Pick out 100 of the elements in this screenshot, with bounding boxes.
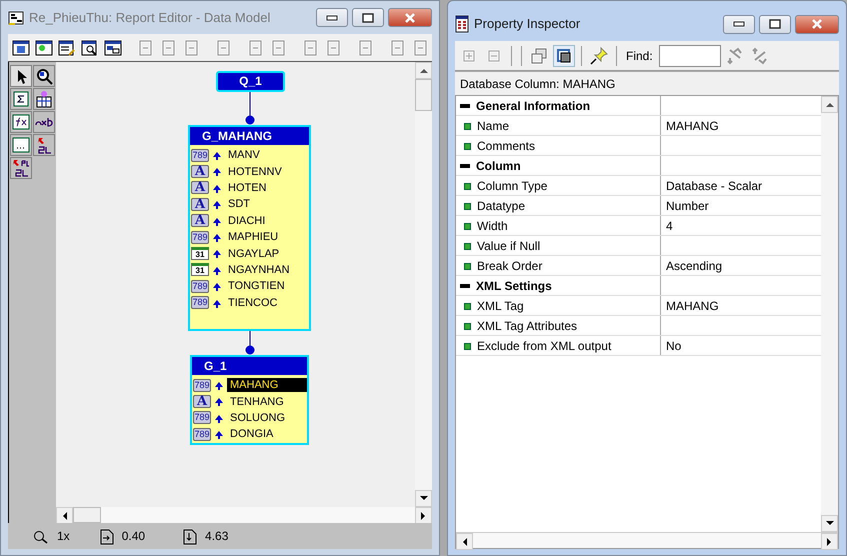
right-arrow-icon[interactable] — [421, 512, 426, 520]
property-name: Width — [477, 218, 508, 234]
find-field[interactable] — [658, 44, 721, 66]
column-item[interactable]: MAPHIEU — [225, 230, 282, 244]
column-item[interactable]: DIACHI — [225, 214, 268, 228]
column-item[interactable]: SDT — [225, 197, 253, 212]
group-node[interactable]: G_MAHANG 789 MANV A HOTENNV A HOTEN A SDT A DIACHI 789 MAPHIEU 31 NGAYLAP 31 NGAYNHAN 789 TONGTIEN 789 TIENCOC — [188, 125, 311, 331]
number-type-icon: 789 — [193, 378, 211, 392]
column-item[interactable]: MANV — [225, 148, 263, 162]
minimize-button[interactable] — [316, 8, 348, 27]
formula-icon[interactable] — [10, 111, 32, 133]
scroll-left-button[interactable] — [456, 533, 473, 550]
bullet-icon — [464, 242, 471, 250]
magnifier-icon — [33, 530, 49, 544]
scroll-left-button[interactable] — [56, 507, 73, 524]
up-arrow-icon[interactable] — [826, 102, 834, 107]
text-type-icon: A — [193, 395, 211, 408]
app-icon — [8, 10, 24, 26]
connector-line — [245, 331, 255, 355]
up-arrow-icon — [212, 249, 222, 260]
property-value[interactable]: No — [666, 336, 682, 354]
property-name: XML Tag Attributes — [477, 318, 578, 334]
plsql-icon[interactable] — [10, 157, 32, 179]
down-arrow-icon[interactable] — [826, 521, 834, 526]
bullet-icon — [464, 202, 471, 210]
property-value[interactable]: Ascending — [666, 256, 722, 274]
minimize-icon[interactable] — [733, 21, 745, 27]
property-value[interactable]: Number — [666, 196, 709, 214]
scroll-thumb[interactable] — [73, 507, 101, 523]
table-icon[interactable] — [33, 88, 55, 110]
close-button[interactable] — [388, 8, 432, 27]
column-item[interactable]: DONGIA — [227, 427, 276, 442]
maximize-icon[interactable] — [362, 12, 374, 22]
scroll-up-button[interactable] — [821, 96, 838, 113]
section-title: Column — [476, 158, 521, 174]
column-item[interactable]: NGAYNHAN — [225, 262, 293, 277]
number-type-icon: 789 — [191, 296, 209, 310]
up-arrow-icon — [212, 184, 222, 194]
number-type-icon: 789 — [191, 148, 209, 162]
column-item[interactable]: TENHANG — [227, 394, 287, 409]
property-name: Comments — [477, 138, 536, 154]
scroll-up-button[interactable] — [415, 62, 432, 79]
up-arrow-icon — [212, 151, 222, 162]
property-name: Datatype — [477, 198, 526, 214]
page-right-icon — [100, 528, 114, 545]
magnifier-icon[interactable] — [33, 65, 55, 87]
summary-icon[interactable] — [10, 88, 32, 110]
up-arrow-icon[interactable] — [420, 68, 428, 73]
down-arrow-icon[interactable] — [420, 496, 428, 501]
scroll-right-button[interactable] — [415, 507, 432, 524]
column-item[interactable]: HOTENNV — [225, 164, 285, 179]
placeholder-icon[interactable] — [10, 134, 32, 156]
property-value[interactable]: MAHANG — [666, 296, 719, 314]
column-item[interactable]: HOTEN — [225, 180, 270, 195]
scroll-down-button[interactable] — [821, 515, 838, 532]
close-icon[interactable] — [404, 12, 416, 22]
multiply-icon[interactable] — [33, 111, 55, 133]
up-arrow-icon — [214, 397, 224, 408]
horizontal-position: 0.40 — [122, 528, 146, 545]
left-arrow-icon[interactable] — [62, 512, 67, 520]
right-arrow-icon[interactable] — [827, 538, 832, 546]
query-node[interactable]: Q_1 — [216, 71, 285, 92]
connector-line — [245, 92, 255, 125]
scroll-right-button[interactable] — [821, 533, 838, 550]
minimize-button[interactable] — [723, 14, 755, 34]
maximize-icon[interactable] — [769, 19, 781, 29]
property-name: Break Order — [477, 258, 542, 274]
up-arrow-icon — [212, 282, 222, 292]
property-name: Value if Null — [477, 238, 540, 254]
property-value[interactable]: Database - Scalar — [666, 176, 762, 194]
freeze-button[interactable] — [553, 44, 575, 66]
pushpin-icon[interactable] — [588, 44, 610, 66]
text-type-icon: A — [191, 181, 209, 194]
minimize-icon[interactable] — [326, 14, 338, 20]
sql-icon[interactable] — [33, 134, 55, 156]
up-arrow-icon — [214, 381, 224, 392]
scroll-down-button[interactable] — [415, 490, 432, 507]
bullet-icon — [464, 222, 471, 230]
text-type-icon: A — [191, 198, 209, 211]
maximize-button[interactable] — [352, 8, 384, 27]
maximize-button[interactable] — [759, 14, 791, 34]
up-arrow-icon — [212, 200, 222, 210]
property-name: Name — [477, 118, 510, 134]
property-value[interactable]: 4 — [666, 216, 673, 234]
column-item[interactable]: SOLUONG — [227, 410, 288, 425]
context-label: Database Column: MAHANG — [460, 76, 616, 92]
column-item[interactable]: TONGTIEN — [225, 279, 288, 294]
pointer-icon[interactable] — [10, 65, 32, 87]
up-arrow-icon — [212, 167, 222, 178]
scroll-thumb[interactable] — [415, 79, 432, 111]
column-item[interactable]: MAHANG — [227, 378, 307, 392]
left-arrow-icon[interactable] — [462, 538, 467, 546]
group-node[interactable]: G_1 789 MAHANG A TENHANG 789 SOLUONG 789 DONGIA — [190, 355, 309, 445]
bullet-icon — [464, 342, 471, 350]
close-icon[interactable] — [811, 19, 823, 29]
close-button[interactable] — [795, 14, 839, 34]
number-type-icon: 789 — [193, 428, 211, 441]
column-item[interactable]: TIENCOC — [225, 296, 280, 310]
property-value[interactable]: MAHANG — [666, 116, 719, 134]
column-item[interactable]: NGAYLAP — [225, 246, 282, 261]
